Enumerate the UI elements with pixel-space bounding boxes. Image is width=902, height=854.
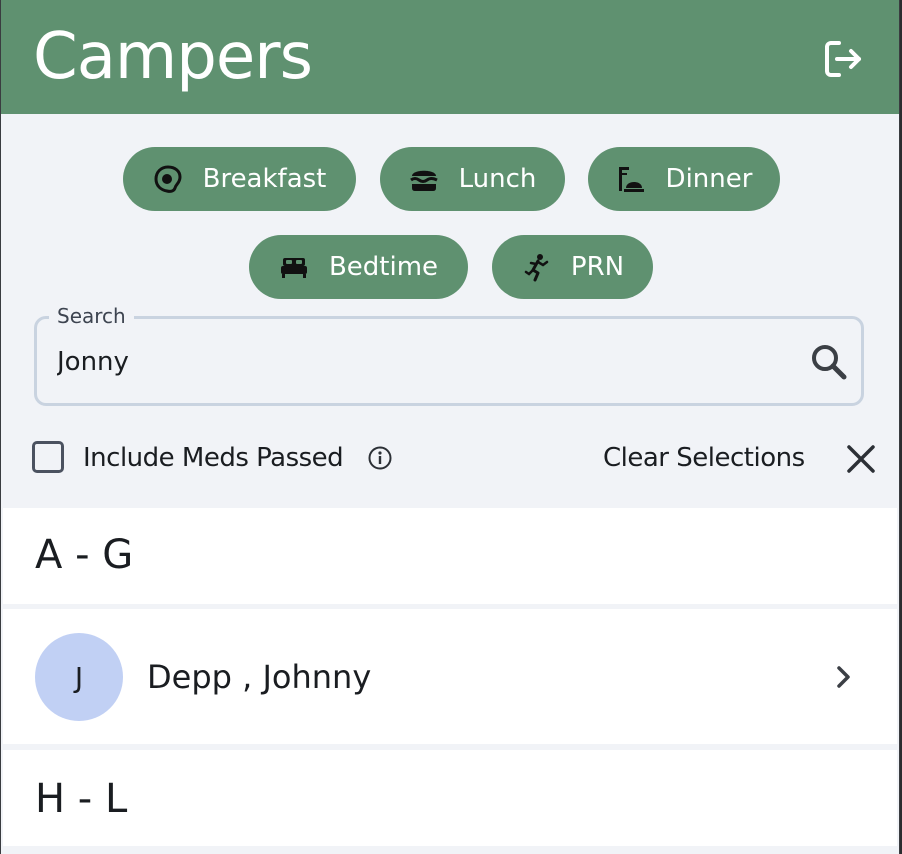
close-icon[interactable] bbox=[845, 443, 877, 475]
chip-label: Lunch bbox=[458, 164, 537, 194]
app-header: Campers bbox=[1, 0, 899, 114]
search-input[interactable] bbox=[57, 340, 757, 384]
logout-icon[interactable] bbox=[821, 37, 865, 81]
info-icon[interactable] bbox=[367, 445, 393, 471]
search-label: Search bbox=[49, 302, 134, 330]
chip-label: Breakfast bbox=[202, 164, 327, 194]
clear-selections-button[interactable]: Clear Selections bbox=[603, 440, 805, 476]
search-icon[interactable] bbox=[809, 342, 849, 382]
chip-label: Dinner bbox=[665, 164, 753, 194]
app-frame: Campers Breakfast Lunch Dinner Bedtime P… bbox=[0, 0, 900, 854]
list-item[interactable]: J Depp , Johnny bbox=[3, 609, 897, 744]
section-heading: A - G bbox=[35, 532, 134, 578]
chip-bedtime[interactable]: Bedtime bbox=[249, 235, 468, 299]
chip-label: PRN bbox=[570, 252, 625, 282]
bed-icon bbox=[279, 252, 309, 282]
chip-lunch[interactable]: Lunch bbox=[380, 147, 565, 211]
person-running-icon bbox=[521, 252, 551, 282]
include-meds-passed-checkbox[interactable] bbox=[32, 441, 64, 473]
chip-label: Bedtime bbox=[328, 252, 439, 282]
chip-breakfast[interactable]: Breakfast bbox=[123, 147, 356, 211]
camper-name: Depp , Johnny bbox=[147, 658, 372, 696]
chevron-right-icon bbox=[829, 662, 859, 692]
section-header: H - L bbox=[3, 750, 897, 846]
dinner-icon bbox=[616, 164, 646, 194]
section-heading: H - L bbox=[35, 776, 128, 822]
burger-icon bbox=[409, 164, 439, 194]
page-title: Campers bbox=[33, 20, 313, 94]
chip-dinner[interactable]: Dinner bbox=[588, 147, 780, 211]
egg-icon bbox=[153, 164, 183, 194]
section-header: A - G bbox=[3, 508, 897, 604]
avatar: J bbox=[35, 633, 123, 721]
chip-prn[interactable]: PRN bbox=[492, 235, 653, 299]
include-meds-passed-label: Include Meds Passed bbox=[83, 443, 344, 473]
